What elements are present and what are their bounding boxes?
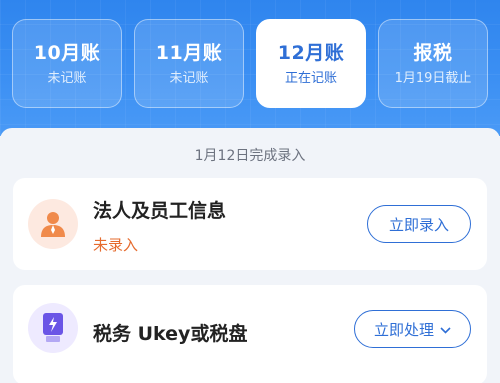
tab-november[interactable]: 11月账 未记账 — [134, 19, 244, 108]
task-card-tax-ukey: 税务 Ukey或税盘 立即处理 — [13, 285, 487, 383]
completion-notice: 1月12日完成录入 — [194, 148, 306, 164]
tab-december[interactable]: 12月账 正在记账 — [256, 19, 366, 108]
tab-deadline: 1月19日截止 — [394, 70, 472, 86]
tab-october[interactable]: 10月账 未记账 — [12, 19, 122, 108]
tab-title: 报税 — [413, 41, 453, 64]
tab-status: 正在记账 — [284, 70, 337, 86]
ukey-icon — [28, 303, 78, 353]
task-title: 法人及员工信息 — [93, 200, 227, 222]
tab-status: 未记账 — [169, 70, 209, 86]
tab-title: 11月账 — [155, 41, 223, 64]
tab-title: 10月账 — [33, 41, 101, 64]
task-panel: 1月12日完成录入 法人及员工信息 未录入 立即录入 税务 Ukey或税盘 立即… — [0, 128, 500, 383]
tab-title: 12月账 — [277, 41, 345, 64]
button-label: 立即处理 — [373, 320, 434, 339]
person-icon — [28, 199, 78, 249]
tab-status: 未记账 — [47, 70, 87, 86]
button-label: 立即录入 — [388, 215, 449, 234]
task-card-legal-person: 法人及员工信息 未录入 立即录入 — [13, 178, 487, 270]
task-status: 未录入 — [93, 236, 139, 254]
handle-now-button[interactable]: 立即处理 — [354, 310, 471, 348]
page: 10月账 未记账 11月账 未记账 12月账 正在记账 报税 1月19日截止 1… — [0, 0, 500, 383]
task-title: 税务 Ukey或税盘 — [93, 323, 248, 345]
enter-now-button[interactable]: 立即录入 — [367, 205, 471, 243]
month-tabs: 10月账 未记账 11月账 未记账 12月账 正在记账 报税 1月19日截止 — [12, 19, 488, 110]
chevron-down-icon — [440, 320, 451, 338]
tab-tax-filing[interactable]: 报税 1月19日截止 — [378, 19, 488, 108]
